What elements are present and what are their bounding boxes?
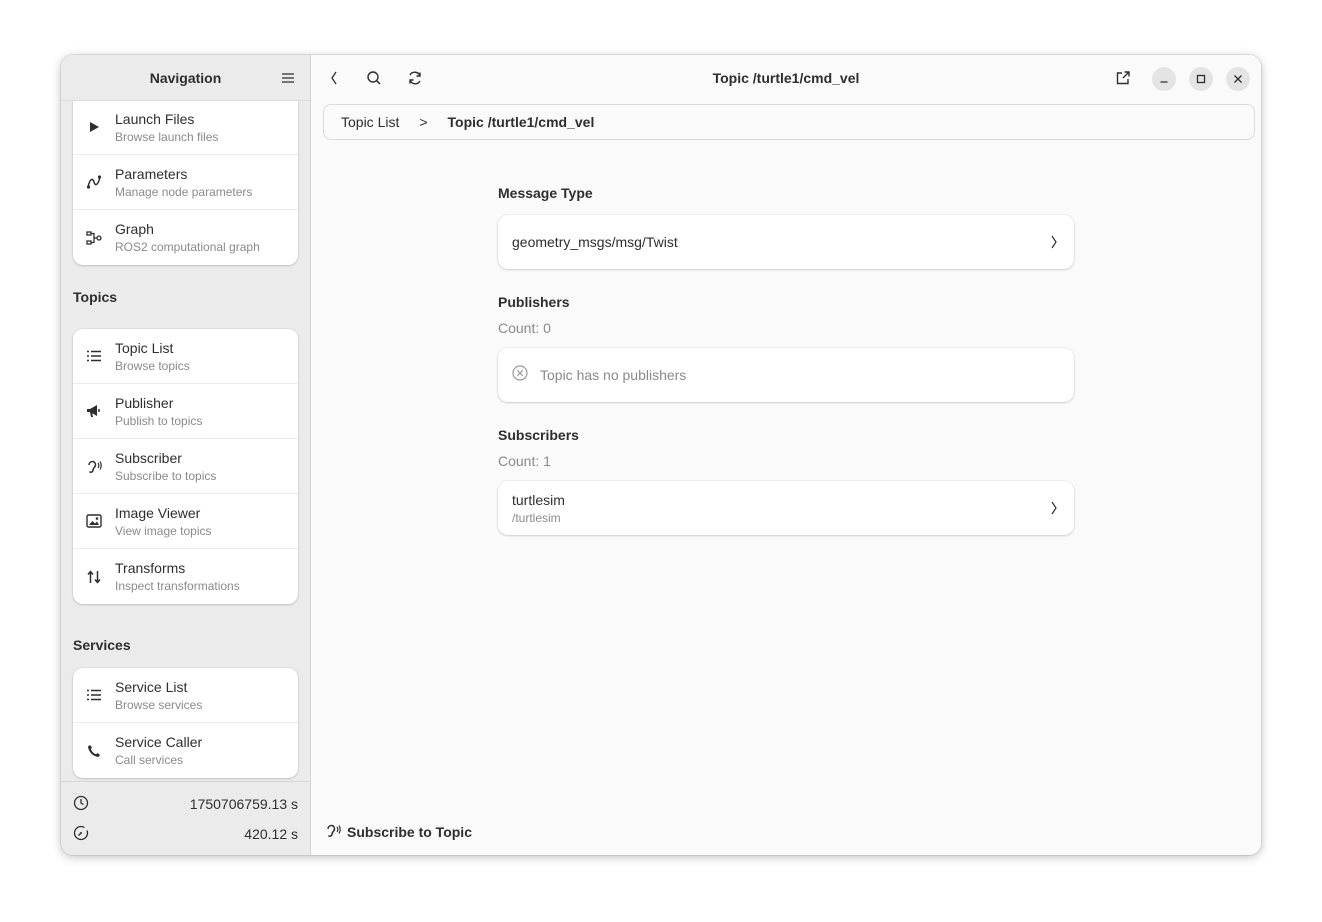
sidebar-footer: 1750706759.13 s 420.12 s [61, 781, 310, 855]
nav-group-general: Launch Files Browse launch files Paramet… [73, 101, 298, 265]
message-type-row[interactable]: geometry_msgs/msg/Twist [498, 215, 1074, 269]
clock-value: 1750706759.13 s [189, 796, 298, 812]
sidebar-item-label: Image Viewer [115, 504, 201, 521]
sidebar-item-label: Transforms [115, 560, 186, 576]
clock-row: 1750706759.13 s [73, 789, 298, 819]
sidebar-item-label: Publisher [115, 394, 174, 411]
sidebar-title: Navigation [149, 69, 222, 86]
breadcrumb-link-topic-list[interactable]: Topic List [341, 114, 399, 130]
uptime-row: 420.12 s [73, 819, 298, 849]
uptime-value: 420.12 s [244, 826, 298, 842]
main-panel: Topic /turtle1/cmd_vel Topic List > Topi… [311, 55, 1261, 855]
publishers-empty-text: Topic has no publishers [540, 367, 687, 383]
sidebar-item-label: Launch Files [115, 110, 195, 127]
nav-group-services: Service List Browse services Service Cal… [73, 668, 298, 778]
stopwatch-icon [73, 825, 89, 844]
section-title-topics: Topics [73, 289, 118, 305]
sidebar-scroll-area[interactable]: Launch Files Browse launch files Paramet… [61, 101, 310, 781]
minimize-icon[interactable] [1152, 67, 1176, 91]
nav-group-topics: Topic List Browse topics Publisher Publi… [73, 329, 298, 604]
sidebar-item-publisher[interactable]: Publisher Publish to topics [73, 384, 298, 439]
breadcrumb-separator: > [419, 114, 428, 130]
sidebar-item-label: Graph [115, 221, 154, 237]
sidebar-item-subtitle: Subscribe to topics [115, 468, 217, 483]
parameters-curve-icon [73, 174, 115, 190]
message-type-heading: Message Type [498, 185, 593, 201]
sidebar-item-service-list[interactable]: Service List Browse services [73, 668, 298, 723]
sidebar-item-topic-list[interactable]: Topic List Browse topics [73, 329, 298, 384]
subscribe-to-topic-button[interactable]: Subscribe to Topic [325, 822, 472, 841]
list-icon [73, 689, 115, 701]
open-external-icon[interactable] [1111, 66, 1135, 90]
clock-icon [73, 795, 89, 814]
sidebar-item-parameters[interactable]: Parameters Manage node parameters [73, 155, 298, 210]
headerbar: Topic /turtle1/cmd_vel [311, 55, 1261, 101]
sidebar-item-subtitle: ROS2 computational graph [115, 240, 260, 254]
sidebar-item-image-viewer[interactable]: Image Viewer View image topics [73, 494, 298, 549]
topic-details: Message Type geometry_msgs/msg/Twist Pub… [498, 185, 1074, 535]
ear-icon [73, 458, 115, 474]
app-window: Navigation Launch Files Browse launch fi… [61, 55, 1261, 855]
sidebar-item-service-caller[interactable]: Service Caller Call services [73, 723, 298, 778]
sidebar-header: Navigation [61, 55, 310, 101]
subscriber-path: /turtlesim [512, 510, 561, 525]
sidebar-item-graph[interactable]: Graph ROS2 computational graph [73, 210, 298, 265]
publishers-empty-row: Topic has no publishers [498, 348, 1074, 402]
close-icon[interactable] [1226, 67, 1250, 91]
subscriber-row[interactable]: turtlesim /turtlesim [498, 481, 1074, 535]
search-icon[interactable] [362, 66, 386, 90]
back-chevron-icon[interactable] [322, 66, 346, 90]
ear-icon [325, 822, 347, 841]
sidebar-item-label: Topic List [115, 339, 174, 356]
subscriber-name: turtlesim [512, 491, 565, 508]
refresh-icon[interactable] [403, 66, 427, 90]
sidebar-item-label: Service Caller [115, 734, 203, 750]
message-type-value: geometry_msgs/msg/Twist [512, 234, 678, 250]
sidebar-item-subtitle: Browse launch files [115, 129, 219, 144]
maximize-icon[interactable] [1189, 67, 1213, 91]
sidebar-item-subtitle: Browse topics [115, 358, 190, 373]
chevron-right-icon [1050, 234, 1058, 255]
sidebar-item-launch-files[interactable]: Launch Files Browse launch files [73, 101, 298, 155]
play-icon [73, 121, 115, 133]
graph-icon [73, 230, 115, 246]
sidebar-item-transforms[interactable]: Transforms Inspect transformations [73, 549, 298, 604]
sidebar: Navigation Launch Files Browse launch fi… [61, 55, 311, 855]
image-icon [73, 514, 115, 528]
subscribe-to-topic-label: Subscribe to Topic [347, 823, 472, 840]
sidebar-item-label: Subscriber [115, 449, 182, 466]
transform-arrows-icon [73, 569, 115, 585]
sidebar-item-subtitle: Call services [115, 753, 184, 767]
chevron-right-icon [1050, 500, 1058, 521]
sidebar-item-subtitle: Inspect transformations [115, 579, 240, 593]
breadcrumb: Topic List > Topic /turtle1/cmd_vel [323, 104, 1255, 140]
sidebar-item-subtitle: View image topics [115, 523, 212, 538]
sidebar-item-subtitle: Browse services [115, 697, 203, 712]
phone-icon [73, 744, 115, 758]
x-circle-icon [512, 364, 528, 386]
subscribers-heading: Subscribers [498, 427, 579, 443]
sidebar-item-label: Service List [115, 678, 188, 695]
hamburger-menu-icon[interactable] [278, 68, 298, 88]
list-icon [73, 350, 115, 362]
publishers-count: Count: 0 [498, 320, 551, 336]
sidebar-item-subtitle: Publish to topics [115, 413, 203, 428]
megaphone-icon [73, 404, 115, 418]
sidebar-item-subscriber[interactable]: Subscriber Subscribe to topics [73, 439, 298, 494]
breadcrumb-current: Topic /turtle1/cmd_vel [447, 114, 595, 130]
sidebar-item-label: Parameters [115, 165, 188, 182]
subscribers-count: Count: 1 [498, 453, 551, 469]
sidebar-item-subtitle: Manage node parameters [115, 184, 253, 199]
publishers-heading: Publishers [498, 294, 570, 310]
